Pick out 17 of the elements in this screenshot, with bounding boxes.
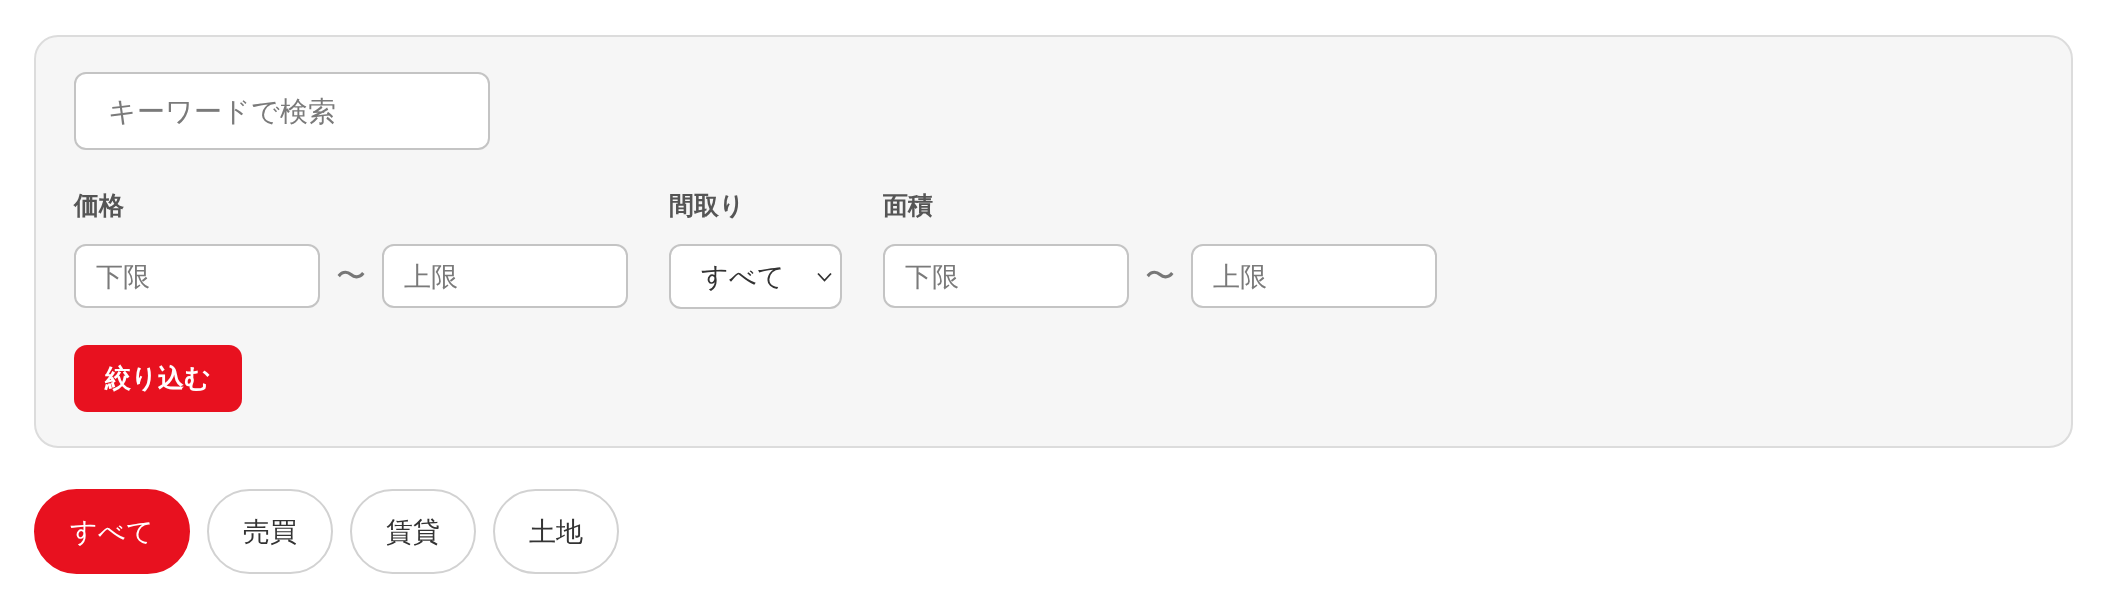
category-tab[interactable]: 賃貸	[350, 489, 476, 574]
filter-label: 間取り	[669, 190, 745, 222]
search-field[interactable]: キーワードで検索	[74, 72, 490, 150]
chevron-down-icon	[817, 271, 832, 282]
range-separator: 〜	[336, 261, 366, 291]
input-field[interactable]: 下限	[883, 244, 1129, 308]
filter-label: 価格	[74, 190, 124, 222]
input-field[interactable]: 上限	[382, 244, 628, 308]
category-tab[interactable]: 売買	[207, 489, 333, 574]
category-tab[interactable]: すべて	[34, 489, 190, 574]
input-field[interactable]: 下限	[74, 244, 320, 308]
filter-button[interactable]: 絞り込む	[74, 345, 242, 412]
filter-label: 面積	[883, 190, 933, 222]
category-tab[interactable]: 土地	[493, 489, 619, 574]
input-field[interactable]: 上限	[1191, 244, 1437, 308]
layout-select[interactable]: すべて	[669, 244, 842, 309]
range-separator: 〜	[1145, 261, 1175, 291]
